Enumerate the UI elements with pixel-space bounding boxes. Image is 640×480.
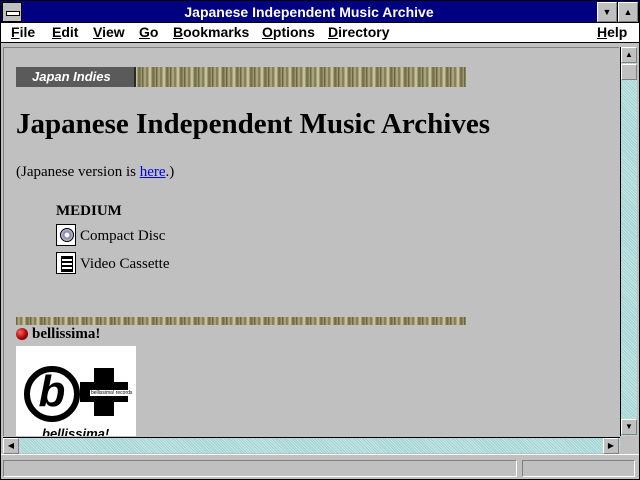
window-title: Japanese Independent Music Archive <box>184 4 434 20</box>
status-progress-field <box>522 460 635 477</box>
horizontal-scrollbar[interactable]: ◀ ▶ <box>3 437 620 454</box>
menu-accel: B <box>173 24 184 40</box>
menu-help[interactable]: Help <box>597 24 627 40</box>
section-divider <box>16 317 466 325</box>
menu-file[interactable]: File <box>11 24 35 40</box>
menu-accel: H <box>597 24 608 40</box>
bellissima-logo-image[interactable]: b bellissima! records bellissima! <box>16 346 136 436</box>
scrollbar-corner <box>620 437 637 453</box>
label-name: bellissima! <box>32 326 101 342</box>
menu-accel: D <box>328 24 339 40</box>
menu-bookmarks[interactable]: Bookmarks <box>173 24 249 40</box>
menu-go[interactable]: Go <box>139 24 158 40</box>
page-heading: Japanese Independent Music Archives <box>16 108 490 140</box>
banner-label: Japan Indies <box>16 67 136 87</box>
menu-label: elp <box>607 24 628 40</box>
red-bullet-icon <box>16 328 28 340</box>
compact-disc-icon[interactable] <box>56 224 76 246</box>
menu-directory[interactable]: Directory <box>328 24 389 40</box>
japan-indies-banner: Japan Indies <box>16 67 466 87</box>
maximize-button[interactable]: ▲ <box>618 2 638 22</box>
menu-label: ookmarks <box>183 24 250 40</box>
menu-view[interactable]: View <box>93 24 125 40</box>
japanese-version-link[interactable]: here <box>140 164 166 180</box>
intro-text-end: .) <box>165 164 175 180</box>
browser-window: Japanese Independent Music Archive ▼ ▲ F… <box>0 0 640 480</box>
media-label[interactable]: Video Cassette <box>80 256 170 273</box>
menu-accel: V <box>93 24 103 40</box>
menu-accel: O <box>262 24 273 40</box>
menu-accel: F <box>11 24 20 40</box>
medium-heading: MEDIUM <box>56 203 122 219</box>
menu-bar: File Edit View Go Bookmarks Options Dire… <box>1 23 639 43</box>
menu-label: iew <box>102 24 125 40</box>
title-bar[interactable]: Japanese Independent Music Archive ▼ ▲ <box>1 1 639 23</box>
status-bar <box>1 454 639 479</box>
vertical-scroll-thumb[interactable] <box>621 64 637 80</box>
media-label[interactable]: Compact Disc <box>80 228 165 245</box>
logo-wordmark: bellissima! <box>42 426 110 436</box>
menu-options[interactable]: Options <box>262 24 315 40</box>
logo-small-text: bellissima! records <box>90 390 134 396</box>
scroll-left-button[interactable]: ◀ <box>3 438 19 454</box>
status-message-field <box>3 460 517 477</box>
minimize-button[interactable]: ▼ <box>597 2 617 22</box>
menu-accel: G <box>139 24 150 40</box>
menu-label: o <box>149 24 159 40</box>
menu-label: irectory <box>338 24 390 40</box>
video-cassette-icon[interactable] <box>56 252 76 274</box>
scroll-right-button[interactable]: ▶ <box>603 438 619 454</box>
logo-letter-b: b <box>24 366 80 422</box>
japanese-version-note: (Japanese version is here.) <box>16 164 174 181</box>
vertical-scrollbar[interactable]: ▲ ▼ <box>620 47 637 436</box>
menu-label: ile <box>19 24 36 40</box>
menu-label: ptions <box>272 24 315 40</box>
system-menu-icon[interactable] <box>2 2 22 22</box>
menu-label: dit <box>61 24 79 40</box>
menu-edit[interactable]: Edit <box>52 24 78 40</box>
intro-text: (Japanese version is <box>16 164 140 180</box>
scroll-up-button[interactable]: ▲ <box>621 47 637 63</box>
scroll-down-button[interactable]: ▼ <box>621 419 637 435</box>
menu-accel: E <box>52 24 62 40</box>
content-viewport[interactable]: Japan Indies Japanese Independent Music … <box>3 47 619 436</box>
